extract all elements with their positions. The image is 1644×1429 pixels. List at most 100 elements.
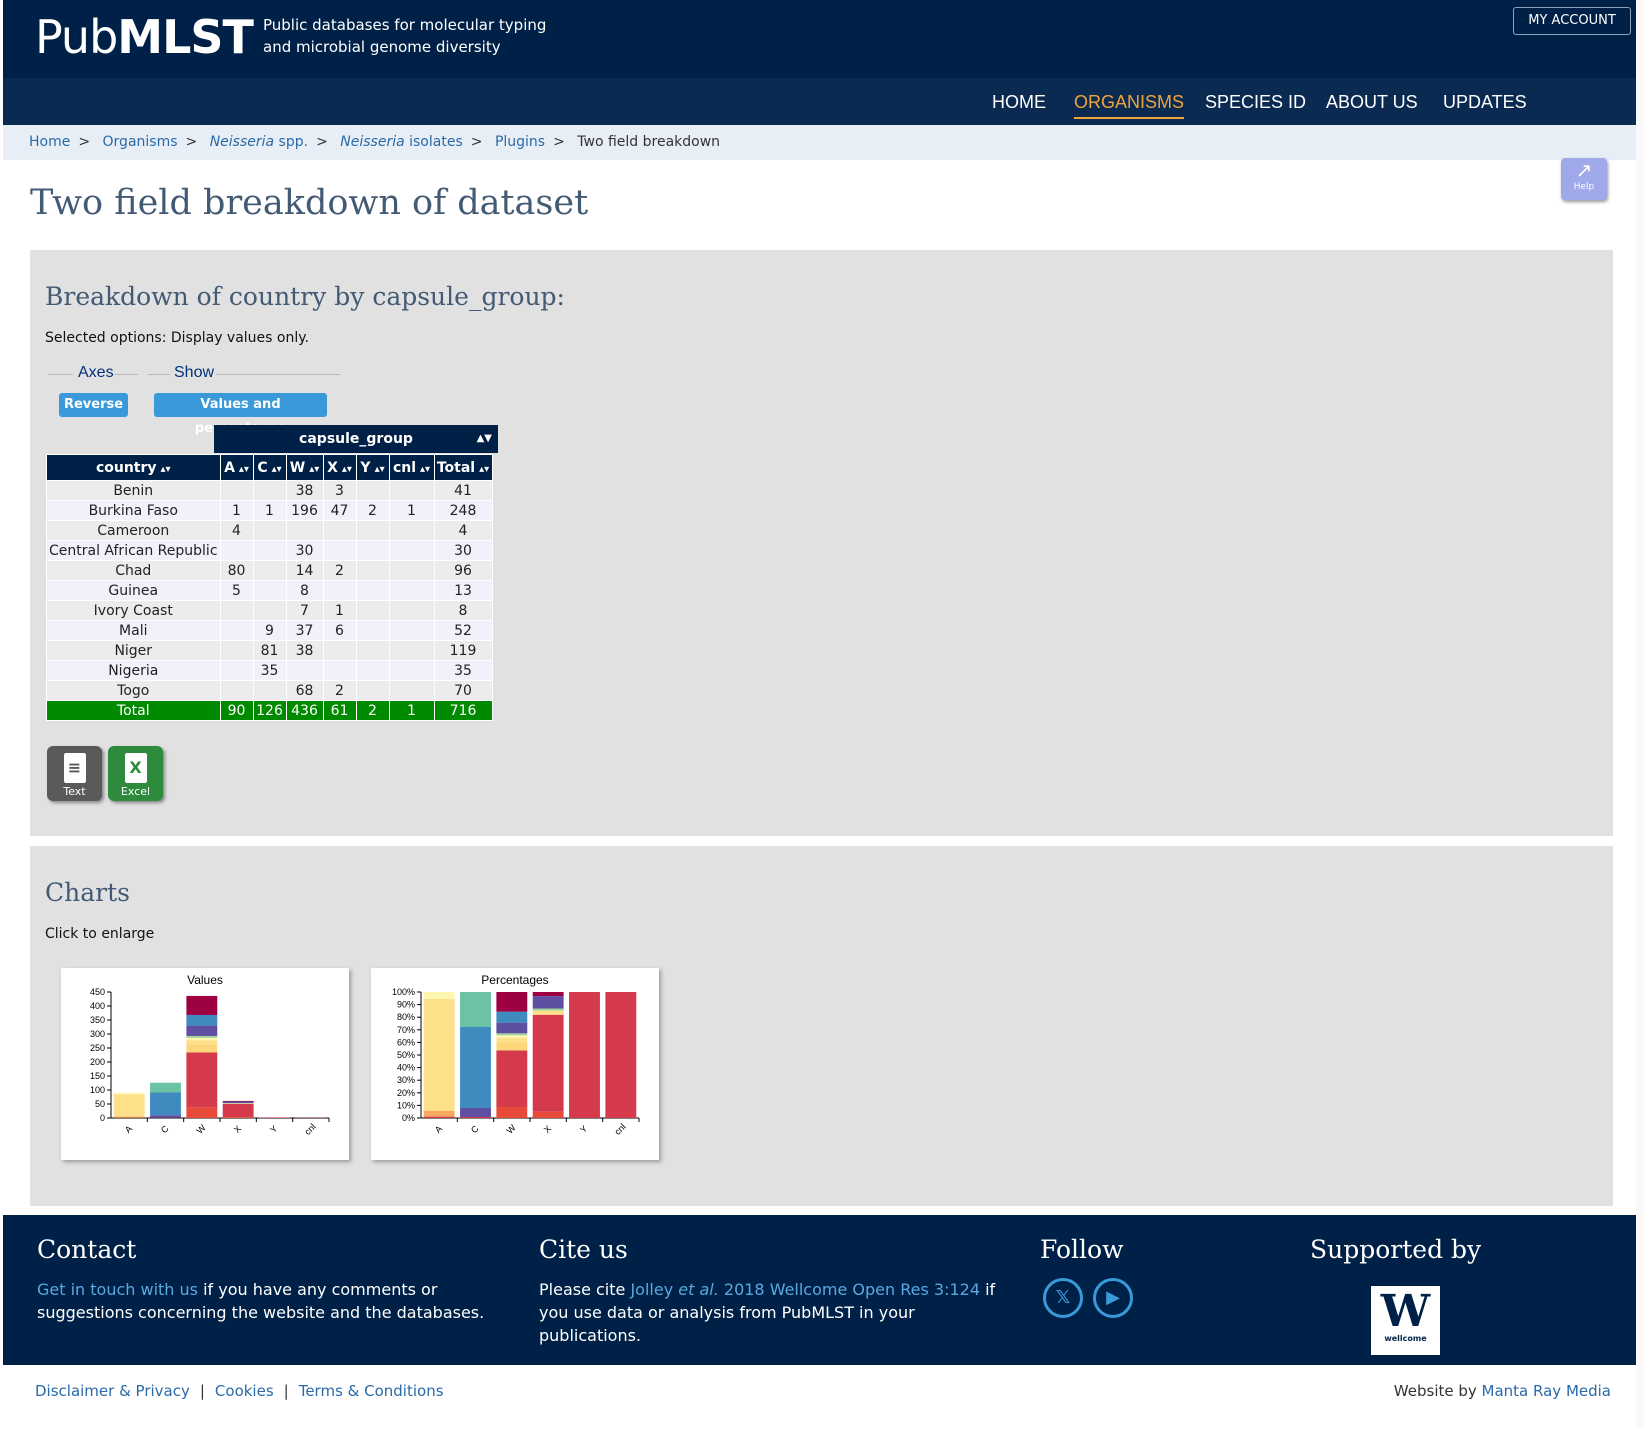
my-account-button[interactable]: MY ACCOUNT (1513, 7, 1631, 35)
col-total[interactable]: Total ▴▾ (433, 454, 493, 481)
help-button[interactable]: ↗ Help (1561, 158, 1607, 200)
table-row: Nigeria 35 35 (46, 660, 493, 681)
crumb-separator: > (553, 134, 565, 150)
value-cell (355, 640, 390, 661)
sort-icon: ▴▾ (420, 463, 431, 475)
value-cell: 1 (388, 500, 435, 521)
total-value-cell: 61 (322, 700, 357, 721)
col-w[interactable]: W ▴▾ (285, 454, 324, 481)
bar-segment-W (496, 1033, 528, 1036)
crumb-home[interactable]: Home (29, 134, 70, 150)
col-a[interactable]: A ▴▾ (219, 454, 254, 481)
value-cell (388, 580, 435, 601)
table-row: Togo 68 2 70 (46, 680, 493, 701)
nav-about-us[interactable]: ABOUT US (1326, 92, 1418, 113)
value-cell: 35 (252, 660, 287, 681)
disclaimer-link[interactable]: Disclaimer & Privacy (35, 1382, 190, 1400)
breakdown-table: country ▴▾ A ▴▾ C ▴▾ W ▴▾ X ▴▾ Y ▴▾ cnl ▴▾ Tota… (46, 454, 493, 721)
twitter-icon[interactable]: 𝕏 (1043, 1278, 1083, 1318)
col-c[interactable]: C ▴▾ (252, 454, 287, 481)
value-cell: 6 (322, 620, 357, 641)
bar-segment-C (150, 1115, 181, 1118)
percentages-chart-card[interactable]: Percentages 0% 10% 20% 30% 40% 50% 60% 70% 80% 90%… (371, 968, 659, 1160)
table-row: Cameroon 4 4 (46, 520, 493, 541)
nav-organisms[interactable]: ORGANISMS (1074, 92, 1185, 119)
reverse-axes-button[interactable]: Reverse (59, 393, 128, 417)
youtube-icon[interactable]: ▶ (1093, 1278, 1133, 1318)
value-cell: 9 (252, 620, 287, 641)
country-cell: Ivory Coast (46, 600, 221, 621)
value-cell: 80 (219, 560, 254, 581)
col-country[interactable]: country ▴▾ (46, 454, 221, 481)
terms-link[interactable]: Terms & Conditions (299, 1382, 444, 1400)
bar-segment-W (186, 1107, 218, 1118)
bar-segment-A (113, 1092, 145, 1095)
value-cell: 52 (433, 620, 493, 641)
col-cnl[interactable]: cnl ▴▾ (388, 454, 435, 481)
y-tick-label: 80% (397, 1012, 415, 1022)
manta-ray-link[interactable]: Manta Ray Media (1482, 1382, 1611, 1400)
value-cell (322, 580, 357, 601)
values-chart-card[interactable]: Values 0 50 100 150 200 250 300 350 400 450 A C W X Ycn… (61, 968, 349, 1160)
bar-segment-X (222, 1104, 254, 1118)
sort-icon: ▴▾ (309, 463, 320, 475)
charts-heading: Charts (45, 878, 130, 907)
crumb-neisseria-isolates[interactable]: Neisseria isolates (340, 134, 462, 150)
value-cell (388, 640, 435, 661)
total-value-cell: 2 (355, 700, 390, 721)
bar-segment-W (186, 1044, 218, 1053)
values-percentages-button[interactable]: Values and percentages (154, 393, 327, 436)
crumb-isolates-genus: Neisseria (340, 134, 405, 150)
value-cell: 248 (433, 500, 493, 521)
table-header-row: country ▴▾ A ▴▾ C ▴▾ W ▴▾ X ▴▾ Y ▴▾ cnl ▴▾ Tota… (46, 454, 493, 481)
total-value-cell: 126 (252, 700, 287, 721)
capsule-group-header[interactable]: capsule_group ▲▼ (214, 425, 498, 453)
citation-link[interactable]: Jolley et al. 2018 Wellcome Open Res 3:1… (630, 1280, 980, 1299)
value-cell (355, 620, 390, 641)
export-text-button[interactable]: ≡ Text (47, 746, 102, 801)
value-cell (285, 520, 324, 541)
value-cell: 70 (433, 680, 493, 701)
value-cell (355, 680, 390, 701)
value-cell (388, 680, 435, 701)
value-cell: 4 (219, 520, 254, 541)
pubmlst-logo[interactable]: PubMLST (35, 10, 254, 64)
y-tick-label: 10% (397, 1100, 415, 1110)
tagline-line-2: and microbial genome diversity (263, 38, 501, 56)
crumb-neisseria-spp[interactable]: Neisseria spp. (210, 134, 308, 150)
sort-icon: ▴▾ (271, 463, 282, 475)
y-tick-label: 20% (397, 1088, 415, 1098)
nav-updates[interactable]: UPDATES (1443, 92, 1527, 113)
export-excel-button[interactable]: X Excel (108, 746, 163, 801)
bar-segment-W (496, 1035, 528, 1038)
cookies-link[interactable]: Cookies (215, 1382, 274, 1400)
y-tick-label: 0% (402, 1113, 415, 1123)
value-cell: 37 (285, 620, 324, 641)
sort-icon: ▴▾ (479, 463, 490, 475)
crumb-plugins[interactable]: Plugins (495, 134, 545, 150)
sort-icon: ▴▾ (160, 463, 171, 475)
wellcome-logo[interactable]: W wellcome (1371, 1286, 1440, 1355)
export-excel-label: Excel (120, 785, 151, 798)
col-y[interactable]: Y ▴▾ (355, 454, 390, 481)
nav-species-id[interactable]: SPECIES ID (1205, 92, 1306, 113)
contact-link[interactable]: Get in touch with us (37, 1280, 198, 1299)
col-x[interactable]: X ▴▾ (322, 454, 357, 481)
value-cell (322, 540, 357, 561)
value-cell: 2 (355, 500, 390, 521)
value-cell: 41 (433, 480, 493, 501)
fieldset-line (216, 374, 340, 375)
value-cell: 7 (285, 600, 324, 621)
charts-panel: Charts Click to enlarge Values 0 50 100 150 2… (30, 846, 1613, 1206)
col-label: country (95, 459, 157, 476)
value-cell: 4 (433, 520, 493, 541)
page-scrollbar[interactable] (1636, 0, 1644, 1429)
table-row: Chad 80 14 2 96 (46, 560, 493, 581)
bar-segment-A (113, 1094, 145, 1117)
bar-segment-W (186, 1052, 218, 1108)
bar-segment-C (460, 1117, 491, 1118)
x-tick-label: X (232, 1124, 243, 1135)
cite-ref: 2018 Wellcome Open Res 3:124 (718, 1280, 980, 1299)
crumb-organisms[interactable]: Organisms (103, 134, 178, 150)
nav-home[interactable]: HOME (992, 92, 1046, 113)
